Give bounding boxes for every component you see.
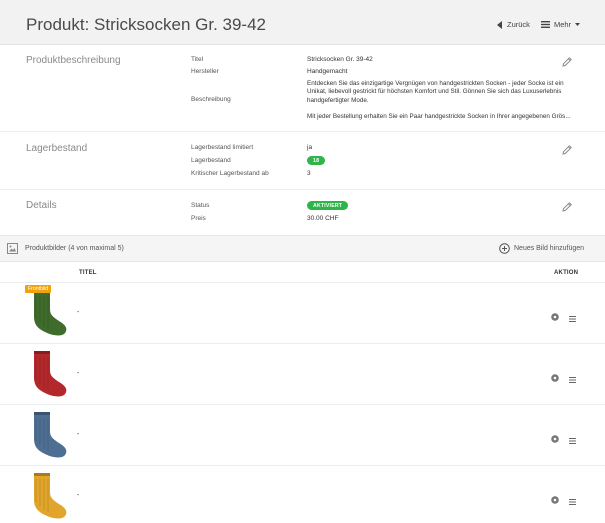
column-header-action: AKTION <box>554 270 579 276</box>
settings-icon <box>551 496 559 504</box>
list-icon <box>569 377 576 383</box>
pencil-icon <box>562 202 572 212</box>
settings-icon <box>551 374 559 382</box>
stock-badge: 18 <box>307 156 326 165</box>
section-title-stock: Lagerbestand <box>26 143 88 154</box>
section-title-description: Produktbeschreibung <box>26 55 121 66</box>
stock-section: Lagerbestand Lagerbestand limitiert ja L… <box>0 132 605 190</box>
field-value-price: 30.00 CHF <box>307 215 339 222</box>
description-paragraph-2: Mit jeder Bestellung erhalten Sie ein Pa… <box>307 112 571 120</box>
field-value-critical-stock: 3 <box>307 170 311 177</box>
field-label-critical-stock: Kritischer Lagerbestand ab <box>191 170 269 177</box>
field-label-manufacturer: Hersteller <box>191 68 219 75</box>
image-icon <box>7 243 18 254</box>
caret-down-icon <box>575 22 581 26</box>
edit-stock-button[interactable] <box>561 143 573 161</box>
edit-description-button[interactable] <box>561 55 573 73</box>
section-title-details: Details <box>26 200 57 211</box>
images-section-title: Produktbilder (4 von maximal 5) <box>25 245 124 252</box>
more-label: Mehr <box>554 20 572 29</box>
status-badge: AKTIVIERT <box>307 201 349 210</box>
pencil-icon <box>562 145 572 155</box>
table-row: - <box>0 343 605 404</box>
image-menu-button[interactable] <box>569 431 576 449</box>
field-label-status: Status <box>191 202 210 209</box>
list-icon <box>569 499 576 505</box>
front-image-badge: Frontbild <box>25 285 52 293</box>
sock-image <box>34 473 67 519</box>
field-value-status: AKTIVIERT <box>307 201 349 210</box>
table-row: Frontbild - <box>0 282 605 343</box>
pencil-icon <box>562 57 572 67</box>
page-title: Produkt: Stricksocken Gr. 39-42 <box>26 15 266 34</box>
table-row: - <box>0 404 605 465</box>
column-header-title: TITEL <box>79 270 97 276</box>
image-menu-button[interactable] <box>569 309 576 327</box>
image-title: - <box>77 309 80 316</box>
field-label-title: Titel <box>191 56 204 63</box>
image-settings-button[interactable] <box>551 369 559 387</box>
description-section: Produktbeschreibung Titel Stricksocken G… <box>0 46 605 132</box>
edit-details-button[interactable] <box>561 200 573 218</box>
add-image-label: Neues Bild hinzufügen <box>514 245 585 252</box>
field-label-stock-limited: Lagerbestand limitiert <box>191 144 254 151</box>
field-value-manufacturer: Handgemacht <box>307 68 348 75</box>
plus-circle-icon <box>499 243 510 254</box>
chevron-left-icon <box>497 20 502 29</box>
image-settings-button[interactable] <box>551 430 559 448</box>
field-value-title: Stricksocken Gr. 39-42 <box>307 56 373 63</box>
field-value-description: Entdecken Sie das einzigartige Vergnügen… <box>307 80 575 121</box>
sock-image <box>34 290 67 336</box>
add-image-button[interactable]: Neues Bild hinzufügen <box>499 243 584 254</box>
field-value-stock-limited: ja <box>307 144 313 151</box>
field-label-price: Preis <box>191 215 206 222</box>
menu-icon <box>541 21 550 28</box>
back-label: Zurück <box>507 20 530 29</box>
back-button[interactable]: Zurück <box>497 20 530 29</box>
image-settings-button[interactable] <box>551 308 559 326</box>
description-paragraph-1: Entdecken Sie das einzigartige Vergnügen… <box>307 80 564 104</box>
details-section: Details Status AKTIVIERT Preis 30.00 CHF <box>0 190 605 235</box>
more-button[interactable]: Mehr <box>541 20 581 29</box>
table-row: - <box>0 465 605 523</box>
image-menu-button[interactable] <box>569 492 576 510</box>
product-image-thumbnail[interactable] <box>25 407 73 461</box>
image-title: - <box>77 492 80 499</box>
product-image-thumbnail[interactable] <box>25 468 73 522</box>
image-title: - <box>77 431 80 438</box>
field-value-stock: 18 <box>307 156 326 165</box>
product-image-thumbnail[interactable]: Frontbild <box>25 285 73 339</box>
list-icon <box>569 316 576 322</box>
images-section-header: Produktbilder (4 von maximal 5) Neues Bi… <box>0 235 605 262</box>
product-image-thumbnail[interactable] <box>25 346 73 400</box>
sock-image <box>34 351 67 397</box>
settings-icon <box>551 313 559 321</box>
page-header: Produkt: Stricksocken Gr. 39-42 Zurück M… <box>0 0 605 45</box>
image-settings-button[interactable] <box>551 491 559 509</box>
settings-icon <box>551 435 559 443</box>
image-title: - <box>77 370 80 377</box>
image-menu-button[interactable] <box>569 370 576 388</box>
list-icon <box>569 438 576 444</box>
sock-image <box>34 412 67 458</box>
field-label-stock: Lagerbestand <box>191 157 231 164</box>
field-label-description: Beschreibung <box>191 96 231 103</box>
